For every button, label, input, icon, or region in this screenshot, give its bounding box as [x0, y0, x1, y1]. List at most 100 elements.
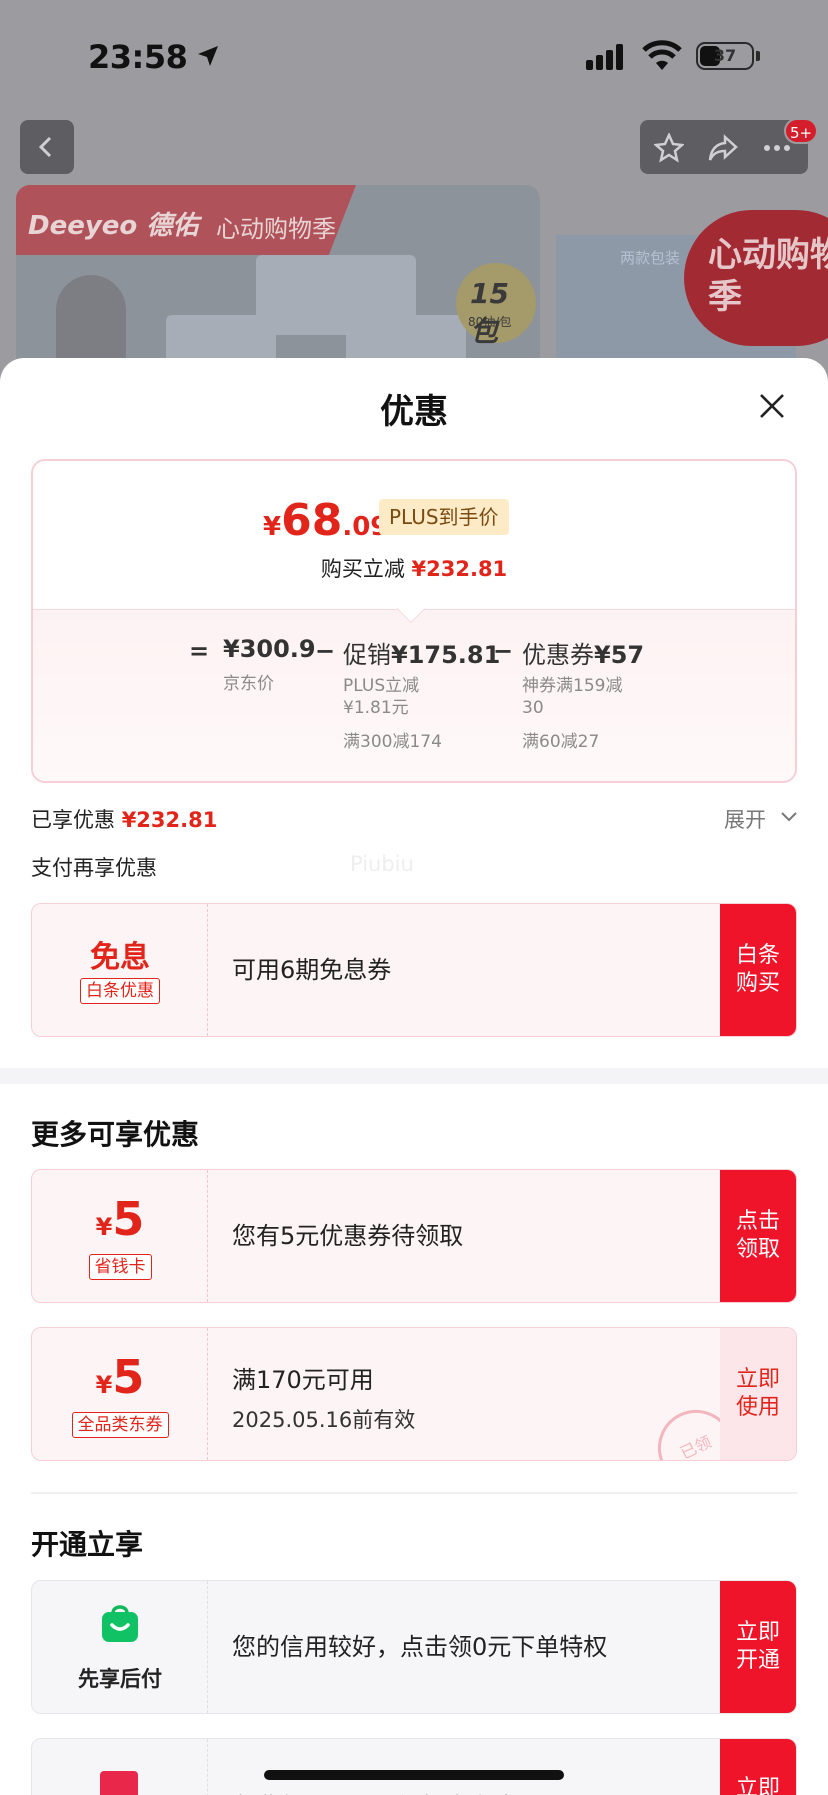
- battery-level: 37: [713, 46, 737, 65]
- divider-line: [31, 1492, 797, 1494]
- equals-sign: =: [189, 637, 210, 665]
- coupon-total: 优惠券¥57: [522, 635, 644, 670]
- price-integer: 68: [281, 495, 343, 546]
- shopping-bag-icon: [102, 1605, 138, 1642]
- card-left: ¥5 全品类东券: [32, 1328, 208, 1460]
- status-time: 23:58: [88, 38, 188, 76]
- plus-price-tag: PLUS到手价: [379, 499, 509, 535]
- final-price: ¥68.09: [263, 495, 388, 546]
- coupon-expiry: 2025.05.16前有效: [232, 1408, 416, 1432]
- coupon-type-label: 全品类东券: [71, 1412, 169, 1438]
- expand-button[interactable]: 展开: [724, 804, 766, 834]
- reduction-label: 购买立减: [320, 557, 405, 581]
- discount-sheet: 优惠 ¥68.09 PLUS到手价 购买立减 ¥232.81 = ¥300.9 …: [0, 358, 828, 1795]
- coupon-amount: ¥57: [594, 641, 645, 669]
- coupon-amount-value: 5: [112, 1350, 145, 1404]
- pack-size: 80抽/包: [468, 315, 512, 329]
- jd-price-value: ¥300.9: [223, 635, 316, 663]
- chevron-left-icon: [38, 136, 52, 158]
- promo-amount: ¥175.81: [391, 641, 501, 669]
- promo-detail-2: ¥1.81元: [343, 698, 409, 718]
- coupon-text: 您有5元优惠券待领取: [232, 1222, 464, 1250]
- chevron-down-icon[interactable]: [780, 810, 798, 824]
- status-bar: 23:58 37: [0, 38, 828, 78]
- message-count-badge: 5+: [784, 118, 818, 144]
- close-icon[interactable]: [758, 392, 786, 420]
- baitiao-tag-label: 白条优惠: [80, 978, 160, 1004]
- product-banner: Deeyeo 德佑 心动购物季 15包 80抽/包: [16, 185, 540, 380]
- saved-summary: 已享优惠 ¥232.81: [31, 804, 217, 834]
- card-left: 免息 白条优惠: [32, 904, 208, 1036]
- pay-later-text: 您的信用较好，点击领0元下单特权: [232, 1633, 608, 1661]
- coupon-currency: ¥: [95, 1213, 113, 1241]
- coupon-value: ¥5: [32, 1192, 208, 1246]
- jd-price-label: 京东价: [223, 674, 274, 694]
- minus-sign: −: [493, 637, 514, 665]
- section-divider: [0, 1068, 828, 1084]
- promo-text: 心动购物季: [708, 235, 828, 317]
- price-top: ¥68.09 PLUS到手价 购买立减 ¥232.81: [33, 461, 795, 609]
- coupon-type-tag: 全品类东券: [32, 1412, 208, 1438]
- coupon-amount-value: 5: [112, 1192, 145, 1246]
- saved-amount: ¥232.81: [121, 808, 218, 832]
- banner-slogan: 心动购物季: [216, 215, 336, 243]
- free-coupon-text: 免费领100元无门槛京东券: [232, 1787, 518, 1795]
- promo-label: 促销: [343, 641, 391, 669]
- card-left: ¥5 省钱卡: [32, 1170, 208, 1302]
- saved-label: 已享优惠: [31, 808, 115, 832]
- share-icon[interactable]: [708, 133, 738, 163]
- baitiao-buy-button[interactable]: 白条 购买: [720, 904, 796, 1036]
- claim-coupon-button[interactable]: 点击 领取: [720, 1170, 796, 1302]
- battery-tip: [756, 51, 760, 61]
- reduction-amount: ¥232.81: [411, 557, 508, 581]
- wifi-icon: [642, 40, 682, 70]
- promo-detail-3: 满300减174: [343, 732, 442, 752]
- coupon-detail-2: 30: [522, 698, 544, 718]
- brand-logo: Deeyeo 德佑: [28, 211, 199, 241]
- instant-reduction: 购买立减 ¥232.81: [33, 553, 795, 583]
- baitiao-tag: 白条优惠: [32, 978, 208, 1004]
- watermark-text: Piubiu: [350, 852, 414, 876]
- activate-button[interactable]: 立即: [720, 1739, 796, 1795]
- coupon-type-label: 省钱卡: [88, 1254, 152, 1280]
- coupon-detail-1: 神券满159减: [522, 676, 623, 696]
- price-summary: ¥68.09 PLUS到手价 购买立减 ¥232.81 = ¥300.9 京东价…: [31, 459, 797, 783]
- jd-price: ¥300.9: [223, 635, 316, 663]
- coupon-card[interactable]: ¥5 全品类东券 满170元可用 2025.05.16前有效 已领 立即 使用: [31, 1327, 797, 1461]
- cellular-signal-icon: [586, 44, 623, 70]
- battery-icon: 37: [696, 42, 754, 70]
- promo-badge: 心动购物季: [684, 210, 828, 346]
- sheet-title: 优惠: [380, 392, 448, 432]
- coupon-card[interactable]: ¥5 省钱卡 您有5元优惠券待领取 点击 领取: [31, 1169, 797, 1303]
- pay-section-title: 支付再享优惠: [31, 856, 157, 880]
- free-coupon-card[interactable]: 免费领100元无门槛京东券 立即: [31, 1738, 797, 1795]
- price-currency: ¥: [263, 512, 282, 542]
- coupon-value: ¥5: [32, 1350, 208, 1404]
- promo-total: 促销¥175.81: [343, 635, 500, 670]
- packaging-title: 两款包装: [620, 249, 681, 267]
- top-actions: [640, 120, 808, 174]
- interest-free-title: 免息: [90, 940, 150, 975]
- home-indicator: [264, 1770, 564, 1780]
- use-coupon-button[interactable]: 立即 使用: [720, 1328, 796, 1460]
- coupon-detail-3: 满60减27: [522, 732, 600, 752]
- activate-button[interactable]: 立即 开通: [720, 1581, 796, 1713]
- back-button[interactable]: [20, 120, 74, 174]
- gift-card-icon: [100, 1771, 138, 1795]
- pay-later-card[interactable]: 先享后付 您的信用较好，点击领0元下单特权 立即 开通: [31, 1580, 797, 1714]
- baitiao-text: 可用6期免息券: [232, 956, 392, 984]
- coupon-type-tag: 省钱卡: [32, 1254, 208, 1280]
- background-page: 23:58 37 5+ Deeyeo 德佑 心动购物季 15包 80抽/包 两款…: [0, 0, 828, 380]
- card-left: [32, 1739, 208, 1795]
- card-left: 先享后付: [32, 1581, 208, 1713]
- baitiao-card[interactable]: 免息 白条优惠 可用6期免息券 白条 购买: [31, 903, 797, 1037]
- star-icon[interactable]: [654, 133, 684, 163]
- coupon-label: 优惠券: [522, 641, 594, 669]
- coupon-currency: ¥: [95, 1371, 113, 1399]
- more-offers-title: 更多可享优惠: [31, 1118, 200, 1151]
- promo-detail-1: PLUS立减: [343, 676, 420, 696]
- minus-sign: −: [315, 637, 336, 665]
- open-offers-title: 开通立享: [31, 1528, 144, 1561]
- pay-later-label: 先享后付: [78, 1667, 162, 1691]
- coupon-condition: 满170元可用: [232, 1366, 374, 1394]
